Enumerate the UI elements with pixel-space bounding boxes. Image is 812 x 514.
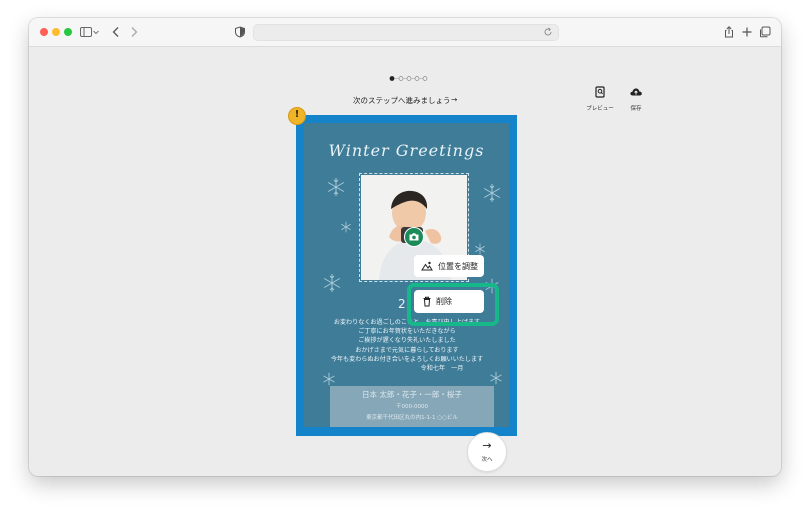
minimize-button[interactable] [52,28,60,36]
year-text[interactable]: 2 [398,297,406,311]
arrow-right-icon: → [482,439,492,452]
address-bar[interactable] [253,24,559,41]
sender-address: 東京都千代田区丸の内1-1-1 ○○ビル [366,415,458,421]
card-selection-frame[interactable]: Winter Greetings 2 お変わりなくお過ごしのことと お喜び申し上… [296,115,517,436]
message-line: おかげさまで元気に暮らしております [355,346,459,354]
preview-button[interactable]: プレビュー [580,83,620,113]
sender-name: 日本 太郎・花子・一郎・桜子 [362,390,462,399]
shield-icon[interactable] [233,25,247,39]
share-icon[interactable] [722,25,736,39]
step-indicator [389,76,428,81]
save-label: 保存 [630,106,642,112]
greeting-message[interactable]: お変わりなくお過ごしのことと お喜び申し上げます ご丁寧にお年賀状をいただきなが… [322,318,492,373]
tabs-overview-icon[interactable] [758,25,772,39]
browser-toolbar [29,18,781,47]
close-button[interactable] [40,28,48,36]
snowflake-icon [323,274,341,292]
adjust-position-icon [421,261,433,271]
next-step-link[interactable]: 次のステップへ進みましょう → [353,95,463,107]
delete-option-highlight [407,283,499,326]
warning-glyph: ! [294,109,300,120]
snowflake-icon [323,372,335,386]
greeting-card[interactable]: Winter Greetings 2 お変わりなくお過ごしのことと お喜び申し上… [304,123,509,427]
snowflake-icon [327,178,345,196]
browser-window: 次のステップへ進みましょう → プレビュー 保存 Winter Greeting… [29,18,781,476]
photo-camera-button[interactable] [404,227,424,247]
preview-icon [595,86,605,98]
cloud-upload-icon [630,88,642,96]
camera-icon [409,233,419,241]
zoom-button[interactable] [64,28,72,36]
message-line: ご丁寧にお年賀状をいただきながら [358,328,456,336]
adjust-position-option[interactable]: 位置を調整 [414,255,484,277]
snowflake-icon [483,184,501,202]
editor-canvas: 次のステップへ進みましょう → プレビュー 保存 Winter Greeting… [29,47,781,476]
next-step-text: 次のステップへ進みましょう [353,96,451,105]
new-tab-icon[interactable] [740,25,754,39]
reload-icon[interactable] [543,27,553,37]
warning-icon[interactable]: ! [288,107,306,125]
card-title[interactable]: Winter Greetings [304,141,509,160]
arrow-right-icon: → [451,95,458,104]
message-line: ご挨拶が遅くなり失礼いたしました [358,337,456,345]
sender-block[interactable]: 日本 太郎・花子・一郎・桜子 〒000-0000 東京都千代田区丸の内1-1-1… [330,386,494,427]
back-icon[interactable] [109,25,123,39]
next-label: 次へ [481,457,493,463]
next-button[interactable]: → 次へ [467,432,507,472]
snowflake-icon [341,221,351,233]
forward-icon[interactable] [127,25,141,39]
sidebar-icon[interactable] [79,25,93,39]
message-line: 令和七年 一月 [420,365,464,373]
adjust-position-label: 位置を調整 [438,262,478,271]
preview-label: プレビュー [586,106,614,112]
chevron-down-icon[interactable] [92,25,100,39]
save-button[interactable]: 保存 [616,83,656,113]
snowflake-icon [475,243,485,255]
message-line: 今年も変わらぬお付き合いをよろしくお願いいたします [330,355,484,363]
sender-postal: 〒000-0000 [396,404,428,410]
